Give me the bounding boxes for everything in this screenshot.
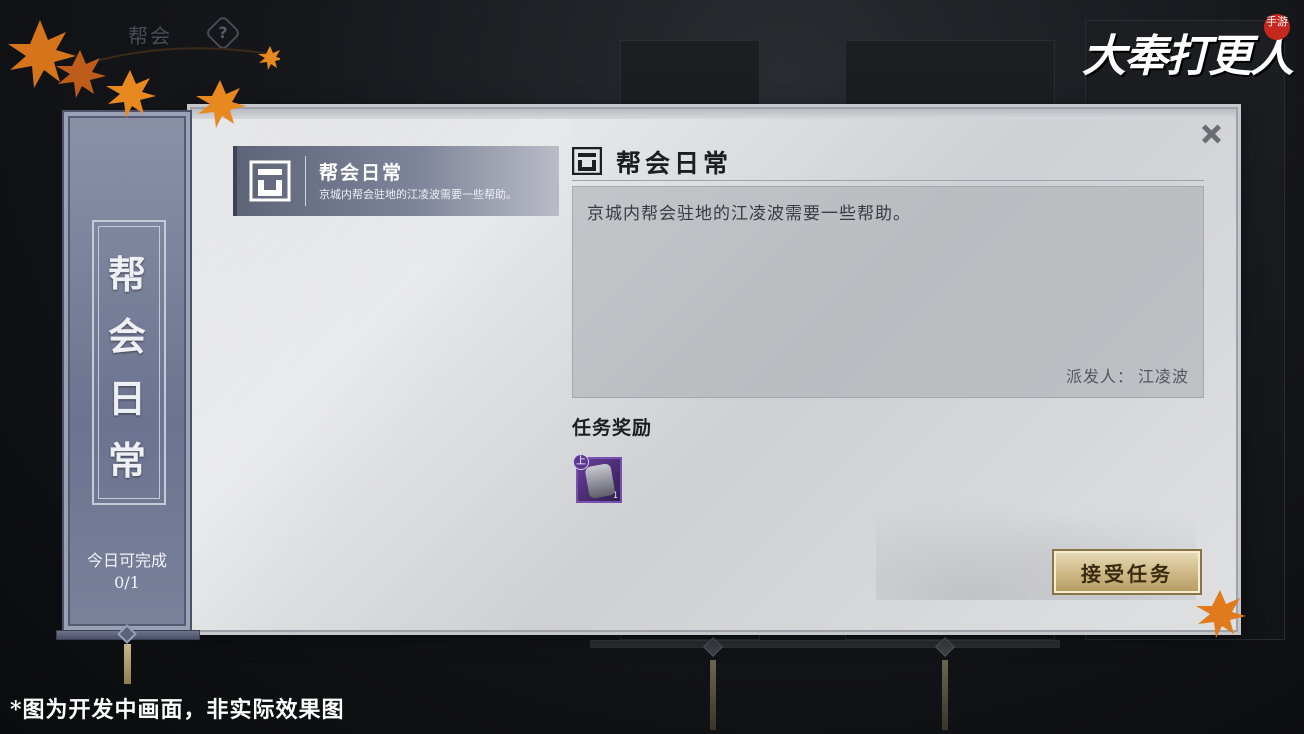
banner-title-char: 帮 (107, 252, 146, 297)
reward-count: 1 (612, 491, 618, 501)
maple-leaf-decoration (100, 46, 280, 128)
quest-description: 京城内帮会驻地的江凌波需要一些帮助。 (587, 204, 911, 224)
sender-name: 江凌波 (1137, 367, 1189, 386)
category-banner: 帮 会 日 常 今日可完成 0/1 (62, 110, 192, 632)
banner-title-char: 常 (107, 438, 146, 483)
quest-title: 帮会日常 (616, 149, 733, 178)
logo-seal: 手游 (1264, 14, 1290, 40)
guild-icon (249, 160, 291, 202)
daily-completion: 今日可完成 0/1 (64, 550, 190, 594)
quest-list-item[interactable]: 帮会日常 京城内帮会驻地的江凌波需要一些帮助。 (233, 146, 559, 216)
daily-label: 今日可完成 (86, 551, 167, 570)
banner-tassel (124, 644, 131, 684)
quest-item-description: 京城内帮会驻地的江凌波需要一些帮助。 (319, 188, 517, 201)
banner-title-char: 会 (107, 314, 146, 359)
disclaimer-text: *图为开发中画面，非实际效果图 (10, 697, 345, 723)
reward-label: 任务奖励 (572, 417, 653, 439)
maple-leaf-decoration (1196, 590, 1246, 638)
close-icon[interactable] (1200, 123, 1222, 145)
background-tassel (710, 660, 716, 730)
sender-label: 派发人： (1065, 367, 1134, 386)
reward-item[interactable]: 上 1 (573, 454, 622, 503)
banner-title-char: 日 (107, 376, 146, 421)
quest-sender: 派发人： 江凌波 (1062, 363, 1189, 387)
background-tassel (942, 660, 948, 730)
quest-item-divider (305, 156, 306, 206)
panel-top-edge (192, 109, 1236, 119)
daily-progress: 0/1 (114, 573, 140, 592)
quest-description-box: 京城内帮会驻地的江凌波需要一些帮助。 派发人： 江凌波 (572, 186, 1204, 398)
reward-grade-badge: 上 (573, 454, 589, 470)
game-logo: 大奉打更人 手游 (1082, 14, 1294, 84)
logo-title: 大奉打更人 (1082, 31, 1294, 82)
guild-icon (572, 147, 602, 175)
token-icon (584, 462, 616, 500)
title-divider (572, 180, 1204, 181)
banner-title: 帮 会 日 常 (64, 244, 190, 492)
quest-item-title: 帮会日常 (319, 162, 404, 184)
